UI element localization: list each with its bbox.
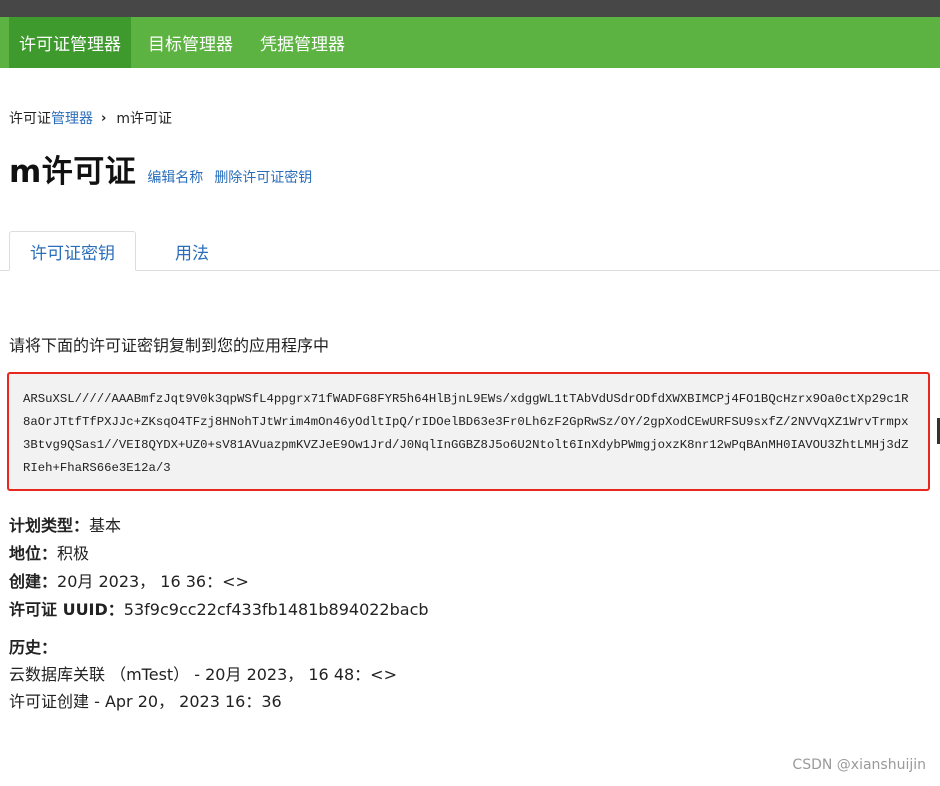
nav-target-manager[interactable]: 目标管理器 bbox=[138, 17, 243, 68]
breadcrumb: 许可证 管理器 › m许可证 bbox=[9, 108, 172, 128]
breadcrumb-prefix: 许可证 bbox=[9, 111, 51, 127]
plan-type-label: 计划类型： bbox=[9, 516, 90, 535]
tab-bar: 许可证密钥 用法 bbox=[0, 231, 940, 271]
license-details: 计划类型：基本 地位：积极 创建：20月 2023， 16 36：<> 许可证 … bbox=[9, 512, 429, 624]
copy-instruction: 请将下面的许可证密钥复制到您的应用程序中 bbox=[9, 336, 330, 355]
watermark: CSDN @xianshuijin bbox=[792, 757, 926, 773]
history-entry: 云数据库关联 （mTest） - 20月 2023， 16 48：<> bbox=[9, 665, 397, 684]
uuid-row: 许可证 UUID：53f9c9cc22cf433fb1481b894022bac… bbox=[9, 596, 429, 624]
created-row: 创建：20月 2023， 16 36：<> bbox=[9, 568, 429, 596]
history-section: 历史： 云数据库关联 （mTest） - 20月 2023， 16 48：<> … bbox=[9, 634, 397, 715]
rename-link[interactable]: 编辑名称 bbox=[147, 167, 203, 187]
uuid-label: 许可证 UUID： bbox=[9, 600, 124, 619]
main-nav: 许可证管理器 目标管理器 凭据管理器 bbox=[0, 17, 940, 68]
title-row: m许可证 编辑名称 删除许可证密钥 bbox=[9, 146, 312, 191]
tab-usage[interactable]: 用法 bbox=[155, 231, 229, 271]
tab-license-key[interactable]: 许可证密钥 bbox=[9, 231, 136, 271]
uuid-value: 53f9c9cc22cf433fb1481b894022bacb bbox=[123, 600, 429, 619]
created-label: 创建： bbox=[9, 572, 58, 591]
history-entry: 许可证创建 - Apr 20， 2023 16：36 bbox=[9, 692, 282, 711]
history-label: 历史： bbox=[9, 638, 58, 657]
breadcrumb-chevron-icon: › bbox=[101, 110, 107, 126]
status-value: 积极 bbox=[57, 544, 90, 563]
status-row: 地位：积极 bbox=[9, 540, 429, 568]
page-title: m许可证 bbox=[9, 154, 137, 190]
status-label: 地位： bbox=[9, 544, 58, 563]
breadcrumb-current: m许可证 bbox=[116, 111, 172, 127]
window-top-bar bbox=[0, 0, 940, 17]
plan-type-row: 计划类型：基本 bbox=[9, 512, 429, 540]
breadcrumb-link-manager[interactable]: 管理器 bbox=[51, 108, 93, 128]
license-key-text[interactable]: ARSuXSL/////AAABmfzJqt9V0k3qpWSfL4ppgrx7… bbox=[23, 388, 915, 480]
plan-type-value: 基本 bbox=[89, 516, 122, 535]
delete-key-link[interactable]: 删除许可证密钥 bbox=[214, 167, 312, 187]
nav-credential-manager[interactable]: 凭据管理器 bbox=[250, 17, 355, 68]
created-value: 20月 2023， 16 36：<> bbox=[57, 572, 249, 591]
license-key-box[interactable]: ARSuXSL/////AAABmfzJqt9V0k3qpWSfL4ppgrx7… bbox=[7, 372, 930, 491]
nav-license-manager[interactable]: 许可证管理器 bbox=[9, 17, 131, 68]
